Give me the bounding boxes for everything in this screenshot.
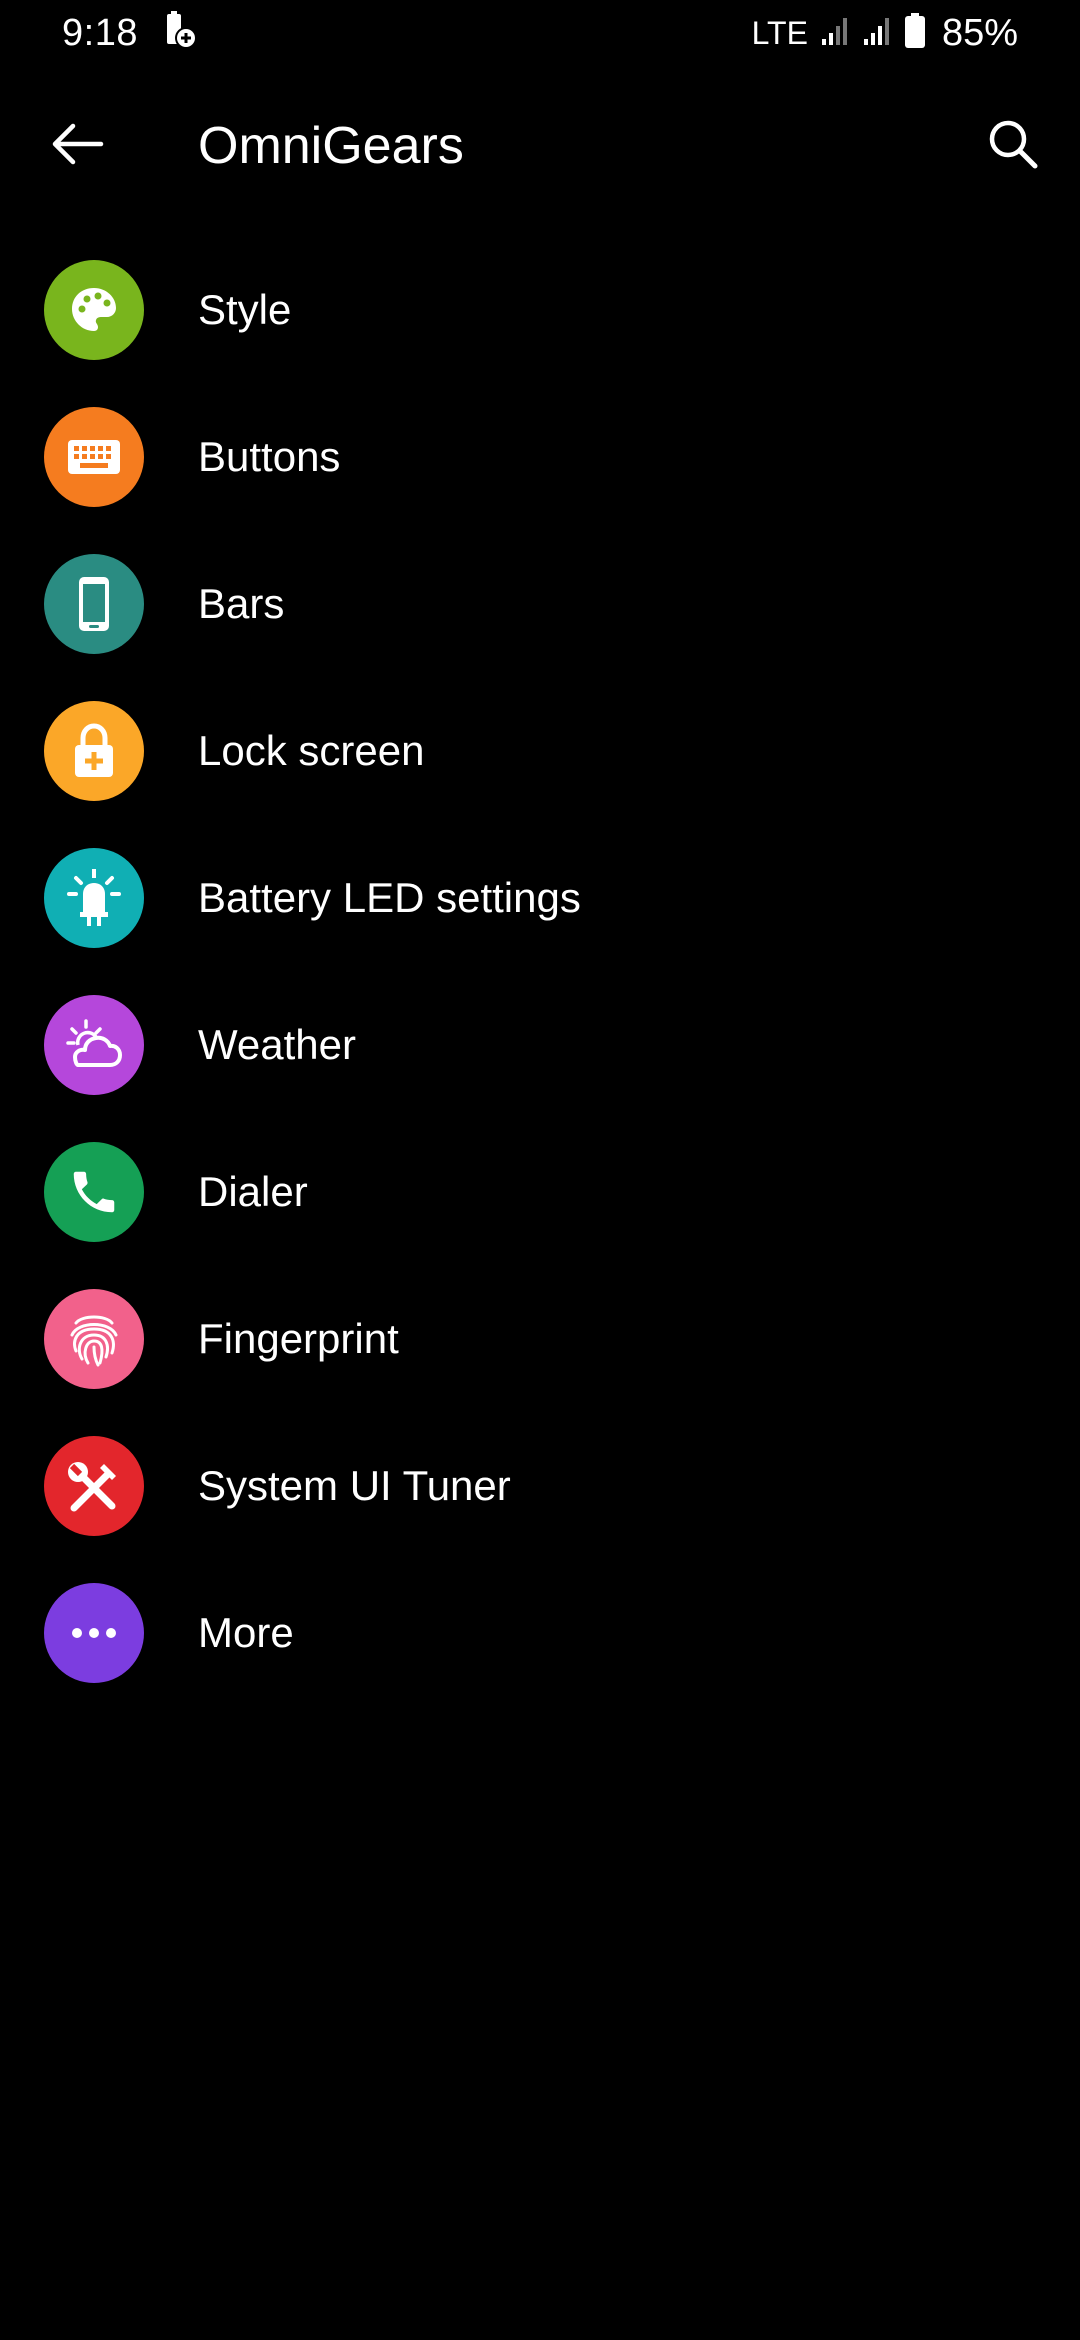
led-icon — [44, 847, 144, 948]
network-type: LTE — [751, 14, 808, 51]
menu-item-dialer[interactable]: Dialer — [0, 1118, 1080, 1265]
menu-item-weather[interactable]: Weather — [0, 971, 1080, 1118]
signal-icon — [820, 15, 850, 52]
menu-item-label: More — [198, 1608, 294, 1656]
tools-icon — [44, 1435, 144, 1536]
menu-item-label: Weather — [198, 1020, 356, 1068]
page-title: OmniGears — [198, 117, 464, 175]
menu-item-label: Fingerprint — [198, 1314, 399, 1362]
menu-item-more[interactable]: More — [0, 1559, 1080, 1706]
back-button[interactable] — [42, 114, 112, 174]
settings-menu-list: Style Buttons Bars Lock screen Battery L… — [0, 236, 1080, 1706]
menu-item-system-ui-tuner[interactable]: System UI Tuner — [0, 1412, 1080, 1559]
search-icon — [989, 120, 1038, 169]
app-bar: OmniGears — [0, 88, 1080, 200]
phone-icon — [44, 553, 144, 654]
menu-item-label: Battery LED settings — [198, 873, 581, 921]
menu-item-lock-screen[interactable]: Lock screen — [0, 677, 1080, 824]
status-bar: 9:18 LTE 85% — [0, 0, 1080, 66]
signal-icon-2 — [862, 15, 892, 52]
menu-item-label: System UI Tuner — [198, 1461, 511, 1509]
menu-item-bars[interactable]: Bars — [0, 530, 1080, 677]
call-icon — [44, 1141, 144, 1242]
menu-item-label: Buttons — [198, 432, 341, 480]
status-time: 9:18 — [62, 11, 138, 54]
battery-saver-icon — [164, 10, 198, 56]
battery-percent: 85% — [941, 11, 1018, 54]
weather-icon — [44, 994, 144, 1095]
palette-icon — [44, 259, 144, 360]
menu-item-fingerprint[interactable]: Fingerprint — [0, 1265, 1080, 1412]
menu-item-label: Style — [198, 285, 292, 333]
arrow-back-icon — [52, 123, 104, 165]
lock-icon — [44, 700, 144, 801]
more-icon — [44, 1582, 144, 1683]
battery-icon — [904, 12, 926, 54]
menu-item-label: Dialer — [198, 1167, 308, 1215]
keyboard-icon — [44, 406, 144, 507]
menu-item-style[interactable]: Style — [0, 236, 1080, 383]
menu-item-label: Lock screen — [198, 726, 425, 774]
menu-item-battery-led[interactable]: Battery LED settings — [0, 824, 1080, 971]
fingerprint-icon — [44, 1288, 144, 1389]
search-button[interactable] — [978, 112, 1048, 176]
menu-item-buttons[interactable]: Buttons — [0, 383, 1080, 530]
menu-item-label: Bars — [198, 579, 285, 627]
